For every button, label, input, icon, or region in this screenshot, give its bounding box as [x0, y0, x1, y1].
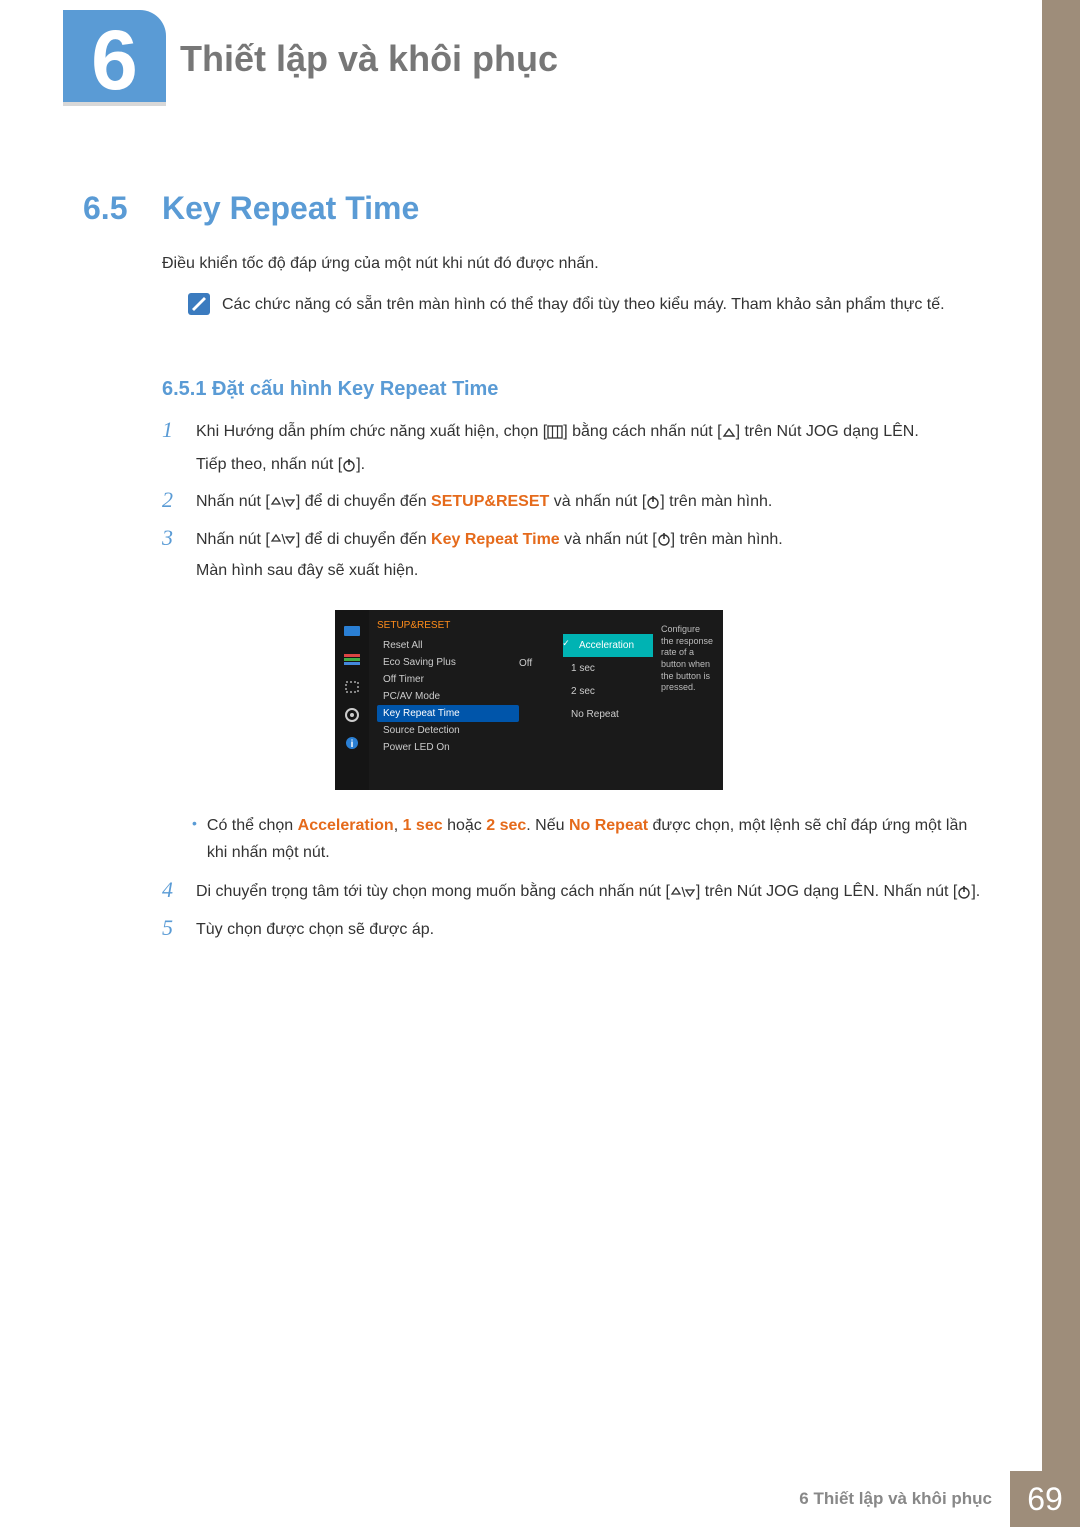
osd-submenu: Acceleration 1 sec 2 sec No Repeat — [563, 610, 653, 790]
power-icon — [646, 494, 660, 510]
up-down-icon — [670, 884, 696, 900]
osd-description: Configure the response rate of a button … — [653, 610, 723, 790]
chapter-title: Thiết lập và khôi phục — [180, 38, 558, 80]
step-text: ] trên màn hình. — [660, 493, 772, 510]
osd-sub-item-selected: Acceleration — [563, 634, 653, 657]
step-text: ] trên Nút JOG dạng LÊN. — [736, 423, 919, 440]
bullet-text: Có thể chọn — [207, 817, 298, 834]
osd-item: Reset All — [377, 637, 519, 654]
step-2: 2 Nhấn nút [ ] để di chuyển đến SETUP&RES… — [162, 488, 990, 515]
step-text: ] để di chuyển đến — [296, 531, 431, 548]
osd-item: Power LED On — [377, 739, 519, 756]
screen-icon — [342, 680, 362, 694]
osd-item: Eco Saving Plus — [377, 654, 519, 671]
bullet-item: • Có thể chọn Acceleration, 1 sec hoặc 2… — [192, 812, 990, 866]
step-text: Nhấn nút [ — [196, 531, 270, 548]
osd-item: PC/AV Mode — [377, 688, 519, 705]
note-row: Các chức năng có sẵn trên màn hình có th… — [188, 293, 990, 318]
note-icon — [188, 293, 210, 315]
step-text: và nhấn nút [ — [549, 493, 646, 510]
step-text: ] trên màn hình. — [671, 531, 783, 548]
step-number: 4 — [162, 878, 182, 905]
bullet-text: hoặc — [443, 817, 487, 834]
chapter-badge: 6 — [63, 10, 166, 110]
step-text: ]. — [356, 456, 365, 473]
power-icon — [342, 457, 356, 473]
menu-icon — [547, 424, 563, 440]
osd-screenshot: i SETUP&RESET Reset All Eco Saving Plus … — [335, 610, 723, 790]
osd-value-column: Off — [519, 610, 563, 790]
keyword: 2 sec — [486, 817, 526, 834]
osd-sub-item: No Repeat — [563, 703, 653, 726]
up-down-icon — [270, 531, 296, 547]
osd-sub-item: 1 sec — [563, 657, 653, 680]
keyword: SETUP&RESET — [431, 493, 549, 510]
step-4: 4 Di chuyển trọng tâm tới tùy chọn mong … — [162, 878, 990, 905]
section-number: 6.5 — [83, 190, 127, 227]
info-icon: i — [342, 736, 362, 750]
step-text: Tiếp theo, nhấn nút [ — [196, 456, 342, 473]
step-3: 3 Nhấn nút [ ] để di chuyển đến Key Repea… — [162, 526, 990, 584]
step-text: Khi Hướng dẫn phím chức năng xuất hiện, … — [196, 423, 547, 440]
step-1: 1 Khi Hướng dẫn phím chức năng xuất hiện… — [162, 418, 990, 478]
settings-icon — [342, 708, 362, 722]
svg-text:i: i — [351, 739, 354, 750]
step-text: Di chuyển trọng tâm tới tùy chọn mong mu… — [196, 883, 670, 900]
step-text: Màn hình sau đây sẽ xuất hiện. — [196, 562, 418, 579]
bullet-text: , — [394, 817, 403, 834]
power-icon — [957, 884, 971, 900]
step-number: 5 — [162, 916, 182, 943]
step-text: Nhấn nút [ — [196, 493, 270, 510]
note-text: Các chức năng có sẵn trên màn hình có th… — [222, 293, 945, 318]
osd-menu: SETUP&RESET Reset All Eco Saving Plus Of… — [369, 610, 519, 790]
power-icon — [657, 531, 671, 547]
step-text: và nhấn nút [ — [560, 531, 657, 548]
osd-title: SETUP&RESET — [377, 620, 519, 631]
osd-sub-item: 2 sec — [563, 680, 653, 703]
up-down-icon — [270, 494, 296, 510]
step-5: 5 Tùy chọn được chọn sẽ được áp. — [162, 916, 990, 943]
section-title: Key Repeat Time — [162, 190, 419, 227]
step-number: 3 — [162, 526, 182, 584]
keyword: 1 sec — [403, 817, 443, 834]
step-text: ] trên Nút JOG dạng LÊN. Nhấn nút [ — [696, 883, 957, 900]
picture-icon — [342, 652, 362, 666]
section-intro: Điều khiển tốc độ đáp ứng của một nút kh… — [162, 255, 599, 273]
step-number: 2 — [162, 488, 182, 515]
keyword: Key Repeat Time — [431, 531, 560, 548]
osd-item: Off Timer — [377, 671, 519, 688]
footer-label: 6 Thiết lập và khôi phục — [781, 1471, 1010, 1527]
step-text: Tùy chọn được chọn sẽ được áp. — [196, 916, 434, 943]
footer: 6 Thiết lập và khôi phục 69 — [0, 1471, 1080, 1527]
keyword: Acceleration — [298, 817, 394, 834]
step-text: ] để di chuyển đến — [296, 493, 431, 510]
subsection-heading: 6.5.1 Đặt cấu hình Key Repeat Time — [162, 378, 498, 401]
osd-value: Off — [519, 655, 563, 672]
up-icon — [722, 424, 736, 440]
brightness-icon — [342, 624, 362, 638]
sidebar-stripe — [1042, 0, 1080, 1527]
bullet-dot-icon: • — [192, 812, 197, 866]
bullet-text: . Nếu — [526, 817, 569, 834]
osd-item: Source Detection — [377, 722, 519, 739]
step-number: 1 — [162, 418, 182, 478]
osd-icon-column: i — [335, 610, 369, 790]
step-text: ] bằng cách nhấn nút [ — [563, 423, 721, 440]
keyword: No Repeat — [569, 817, 648, 834]
footer-page-number: 69 — [1010, 1471, 1080, 1527]
osd-item-selected: Key Repeat Time — [377, 705, 519, 722]
step-text: ]. — [971, 883, 980, 900]
